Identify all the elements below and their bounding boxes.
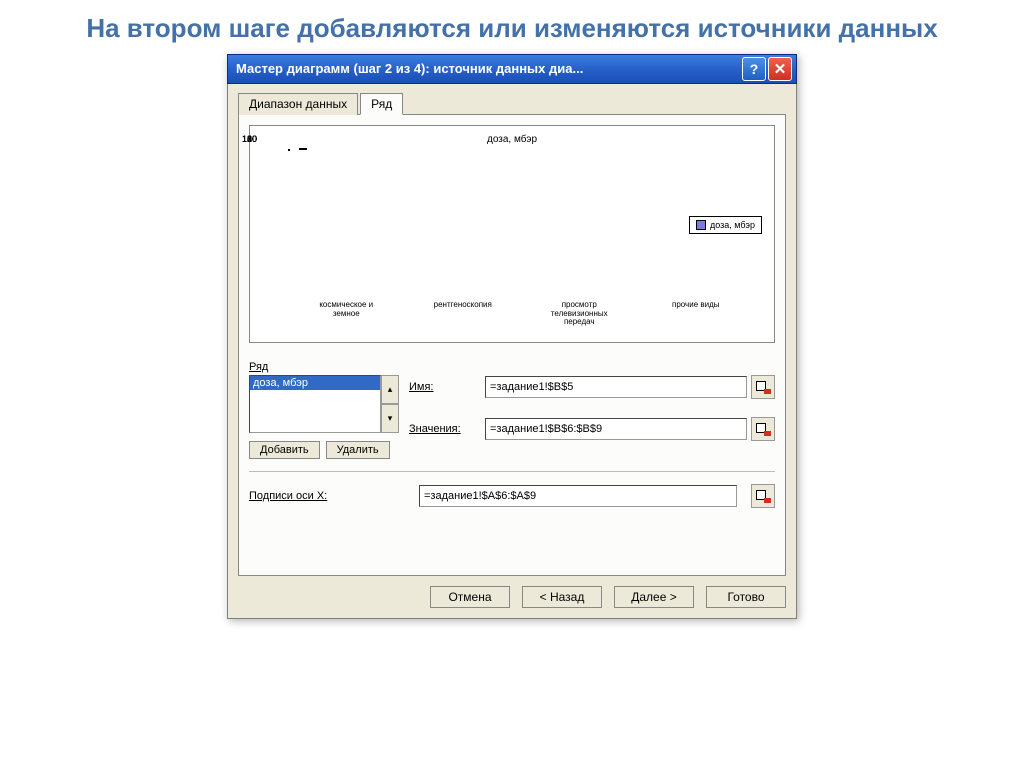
axis-x-input[interactable] bbox=[419, 485, 737, 507]
delete-series-button[interactable]: Удалить bbox=[326, 441, 390, 459]
y-tick-label: 160 bbox=[242, 134, 257, 144]
name-field-label: Имя: bbox=[409, 381, 485, 393]
name-ref-button[interactable] bbox=[751, 375, 775, 399]
slide-title: На втором шаге добавляются или изменяютс… bbox=[0, 0, 1024, 54]
titlebar-text: Мастер диаграмм (шаг 2 из 4): источник д… bbox=[232, 61, 740, 76]
values-field-label: Значения: bbox=[409, 423, 485, 435]
chart-title: доза, мбэр bbox=[260, 134, 764, 145]
chart-bar bbox=[305, 148, 307, 150]
values-ref-button[interactable] bbox=[751, 417, 775, 441]
tab-strip: Диапазон данных Ряд bbox=[238, 93, 786, 115]
series-section-label: Ряд bbox=[249, 361, 775, 373]
cancel-button[interactable]: Отмена bbox=[430, 586, 510, 608]
divider bbox=[249, 471, 775, 472]
axis-x-label: Подписи оси X: bbox=[249, 490, 409, 502]
chart-legend: доза, мбэр bbox=[689, 216, 762, 234]
series-section: Ряд доза, мбэр ▴ ▾ bbox=[249, 361, 775, 459]
scroll-down-button[interactable]: ▾ bbox=[381, 404, 399, 433]
tab-content: доза, мбэр 020406080100120140160 космиче… bbox=[238, 114, 786, 576]
add-series-button[interactable]: Добавить bbox=[249, 441, 320, 459]
wizard-button-bar: Отмена < Назад Далее > Готово bbox=[238, 586, 786, 608]
scroll-up-button[interactable]: ▴ bbox=[381, 375, 399, 404]
chart-plot-area: 020406080100120140160 bbox=[288, 149, 290, 151]
x-tick-label: рентгеноскопия bbox=[428, 301, 498, 327]
x-tick-label: космическое и земное bbox=[311, 301, 381, 327]
axis-ref-button[interactable] bbox=[751, 484, 775, 508]
finish-button[interactable]: Готово bbox=[706, 586, 786, 608]
legend-label: доза, мбэр bbox=[710, 220, 755, 230]
x-tick-label: прочие виды bbox=[661, 301, 731, 327]
values-input[interactable] bbox=[485, 418, 747, 440]
axis-labels-row: Подписи оси X: bbox=[249, 484, 775, 508]
series-item[interactable]: доза, мбэр bbox=[250, 376, 380, 390]
back-button[interactable]: < Назад bbox=[522, 586, 602, 608]
help-button[interactable]: ? bbox=[742, 57, 766, 81]
collapse-dialog-icon bbox=[756, 490, 770, 502]
collapse-dialog-icon bbox=[756, 381, 770, 393]
dialog-window: Мастер диаграмм (шаг 2 из 4): источник д… bbox=[227, 54, 797, 619]
collapse-dialog-icon bbox=[756, 423, 770, 435]
tab-data-range[interactable]: Диапазон данных bbox=[238, 93, 358, 115]
x-tick-label: просмотр телевизионных передач bbox=[544, 301, 614, 327]
titlebar[interactable]: Мастер диаграмм (шаг 2 из 4): источник д… bbox=[227, 54, 797, 84]
legend-swatch-icon bbox=[696, 220, 706, 230]
chart-preview: доза, мбэр 020406080100120140160 космиче… bbox=[249, 125, 775, 343]
tab-series[interactable]: Ряд bbox=[360, 93, 403, 115]
next-button[interactable]: Далее > bbox=[614, 586, 694, 608]
series-listbox[interactable]: доза, мбэр bbox=[249, 375, 381, 433]
dialog-body: Диапазон данных Ряд доза, мбэр 020406080… bbox=[227, 84, 797, 619]
close-button[interactable]: ✕ bbox=[768, 57, 792, 81]
name-input[interactable] bbox=[485, 376, 747, 398]
